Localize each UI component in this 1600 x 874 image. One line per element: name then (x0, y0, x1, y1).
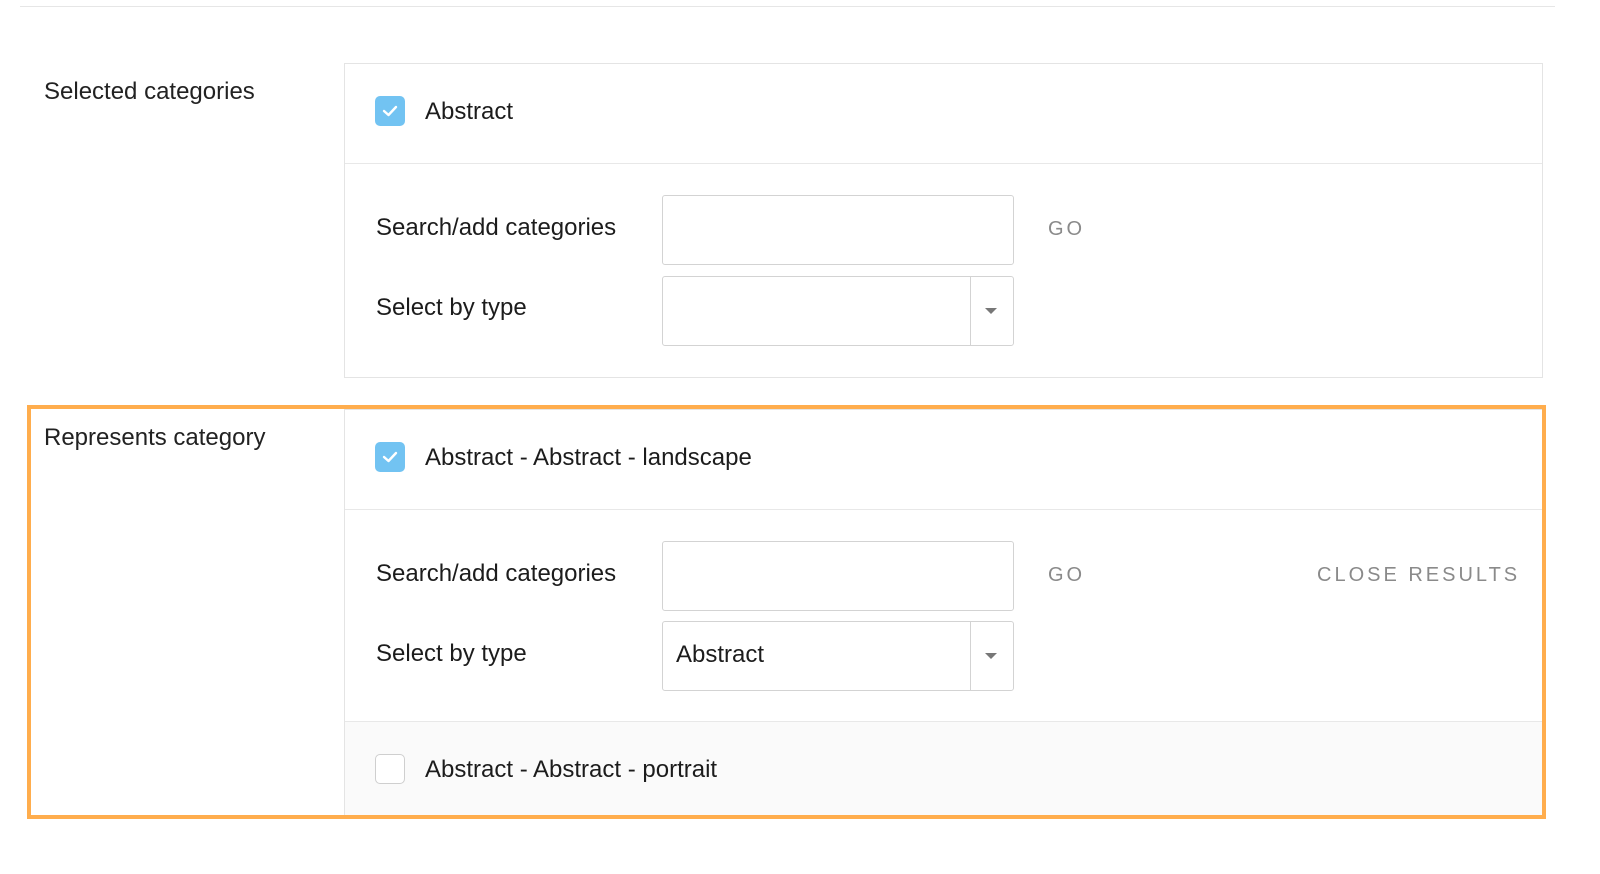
select-by-type-dropdown[interactable]: Abstract (662, 621, 1014, 691)
close-results-button[interactable]: CLOSE RESULTS (1317, 563, 1520, 587)
select-divider (970, 622, 971, 690)
abstract-landscape-checkbox[interactable] (375, 442, 405, 472)
selected-categories-label: Selected categories (44, 78, 255, 105)
select-by-type-value: Abstract (676, 641, 765, 668)
abstract-landscape-label: Abstract - Abstract - landscape (425, 444, 752, 471)
abstract-portrait-label: Abstract - Abstract - portrait (425, 756, 718, 783)
selected-categories-panel: Abstract Search/add categories GO Select… (344, 63, 1543, 378)
select-by-type-dropdown[interactable] (662, 276, 1014, 346)
represents-category-row: Abstract - Abstract - landscape (345, 410, 1542, 510)
search-add-categories-input[interactable] (662, 195, 1014, 265)
caret-down-icon[interactable] (985, 653, 997, 659)
select-by-type-label: Select by type (376, 640, 527, 667)
go-button[interactable]: GO (1048, 217, 1085, 241)
abstract-checkbox-label: Abstract (425, 98, 514, 125)
result-item[interactable]: Abstract - Abstract - portrait (345, 722, 1542, 818)
check-icon (382, 451, 398, 463)
check-icon (382, 105, 398, 117)
represents-category-label: Represents category (44, 424, 266, 451)
represents-category-panel: Abstract - Abstract - landscape Search/a… (344, 409, 1543, 818)
select-divider (970, 277, 971, 345)
categories-page: Selected categories Abstract Search/add … (0, 0, 1600, 874)
search-add-categories-label: Search/add categories (376, 560, 617, 587)
caret-down-icon[interactable] (985, 308, 997, 314)
search-add-categories-input[interactable] (662, 541, 1014, 611)
abstract-checkbox[interactable] (375, 96, 405, 126)
select-by-type-label: Select by type (376, 294, 527, 321)
selected-category-row: Abstract (345, 64, 1542, 164)
selected-search-row: Search/add categories GO Select by type (345, 164, 1542, 377)
go-button[interactable]: GO (1048, 563, 1085, 587)
search-add-categories-label: Search/add categories (376, 214, 617, 241)
abstract-portrait-checkbox[interactable] (375, 754, 405, 784)
top-divider (20, 6, 1555, 7)
represents-search-row: Search/add categories GO CLOSE RESULTS S… (345, 510, 1542, 722)
